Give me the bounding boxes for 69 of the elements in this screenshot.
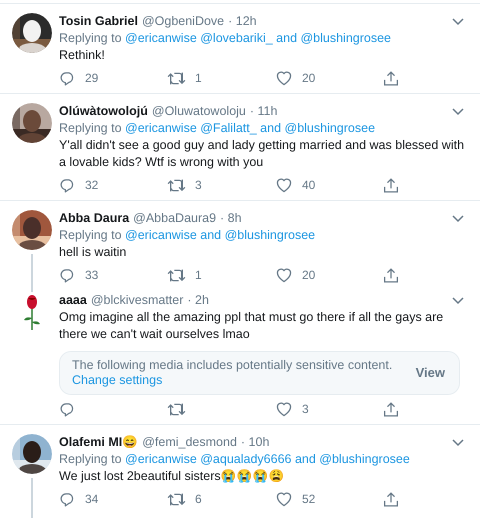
replying-label: Replying to: [59, 228, 122, 242]
tweet-text: hell is waitin: [59, 245, 126, 259]
warning-text: The following media includes potentially sensitive content.: [72, 358, 394, 373]
share-icon[interactable]: [383, 176, 399, 194]
tweet-time[interactable]: · 10h: [240, 434, 270, 451]
replying-label: Replying to: [59, 121, 122, 135]
share-icon[interactable]: [383, 266, 399, 284]
retweet-icon[interactable]: [167, 176, 186, 194]
heart-icon[interactable]: [275, 177, 293, 193]
author-name[interactable]: aaaa: [59, 292, 87, 309]
like-count: 52: [302, 491, 316, 508]
speech-bubble-icon[interactable]: [59, 176, 76, 194]
speech-bubble-icon[interactable]: [59, 266, 76, 284]
speech-bubble-icon[interactable]: [59, 400, 76, 418]
tweet-time[interactable]: · 11h: [250, 103, 278, 120]
replying-label: Replying to: [59, 452, 122, 466]
replying-label: Replying to: [59, 31, 122, 45]
heart-icon[interactable]: [275, 491, 293, 507]
retweet-count: 3: [195, 177, 202, 194]
tweet-time[interactable]: · 12h: [228, 13, 257, 30]
tweet-text: Omg imagine all the amazing ppl that must go there if all the gays are there we can't wait ourselves lmao: [59, 310, 444, 341]
retweet-icon[interactable]: [167, 400, 186, 418]
chevron-down-icon[interactable]: [452, 296, 464, 304]
retweet-count: 1: [195, 267, 202, 284]
share-icon[interactable]: [383, 400, 399, 418]
tweet-text: Y'all didn't see a good guy and lady getting married and was blessed with a lovable kids? Wtf is wrong with you: [59, 138, 464, 169]
heart-icon[interactable]: [275, 401, 293, 417]
like-count: 40: [302, 177, 316, 194]
chevron-down-icon[interactable]: [452, 108, 464, 116]
author-name[interactable]: Abba Daura: [59, 210, 130, 227]
reply-count: 33: [85, 267, 98, 284]
change-settings-link[interactable]: Change settings: [72, 373, 162, 387]
author-handle[interactable]: @Oluwatowoloju: [152, 103, 246, 120]
reply-count: 29: [85, 70, 98, 87]
retweet-count: 6: [195, 491, 202, 508]
tweet-time[interactable]: · 8h: [220, 210, 242, 227]
share-icon[interactable]: [383, 490, 399, 508]
speech-bubble-icon[interactable]: [59, 70, 76, 86]
author-handle[interactable]: @femi_desmond: [142, 434, 237, 451]
tweet-time[interactable]: · 2h: [187, 292, 209, 309]
author-name[interactable]: Olafemi MI😄: [59, 434, 138, 451]
retweet-icon[interactable]: [167, 490, 186, 508]
author-handle[interactable]: @AbbaDaura9: [133, 210, 216, 227]
author-handle[interactable]: @OgbeniDove: [142, 13, 224, 30]
heart-icon[interactable]: [275, 70, 293, 86]
retweet-icon[interactable]: [167, 266, 186, 284]
chevron-down-icon[interactable]: [452, 438, 464, 446]
author-name[interactable]: Tosin Gabriel: [59, 13, 138, 30]
author-handle[interactable]: @blckivesmatter: [90, 292, 184, 309]
author-name[interactable]: Olúwàtowolojú: [59, 103, 148, 120]
like-count: 20: [302, 267, 316, 284]
retweet-count: 1: [195, 70, 202, 87]
reply-count: 34: [85, 491, 98, 508]
tweet-text: We just lost 2beautiful sisters😭😭😭😩: [59, 469, 285, 483]
mention-link[interactable]: @ericanwise @Falilatt_ and @blushingrosee: [125, 121, 376, 135]
tweet-text: Rethink!: [59, 48, 105, 62]
heart-icon[interactable]: [275, 267, 293, 283]
mention-link[interactable]: @ericanwise @aqualady6666 and @blushingrosee: [125, 452, 410, 466]
mention-link[interactable]: @ericanwise @lovebariki_ and @blushingrosee: [125, 31, 392, 45]
chevron-down-icon[interactable]: [452, 18, 464, 26]
like-count: 3: [302, 401, 309, 418]
reply-count: 32: [85, 177, 98, 194]
chevron-down-icon[interactable]: [452, 214, 464, 222]
view-button[interactable]: View: [416, 363, 445, 383]
retweet-icon[interactable]: [167, 70, 186, 86]
mention-link[interactable]: @ericanwise and @blushingrosee: [125, 228, 316, 242]
like-count: 20: [302, 70, 316, 87]
share-icon[interactable]: [383, 70, 399, 86]
speech-bubble-icon[interactable]: [59, 490, 76, 508]
